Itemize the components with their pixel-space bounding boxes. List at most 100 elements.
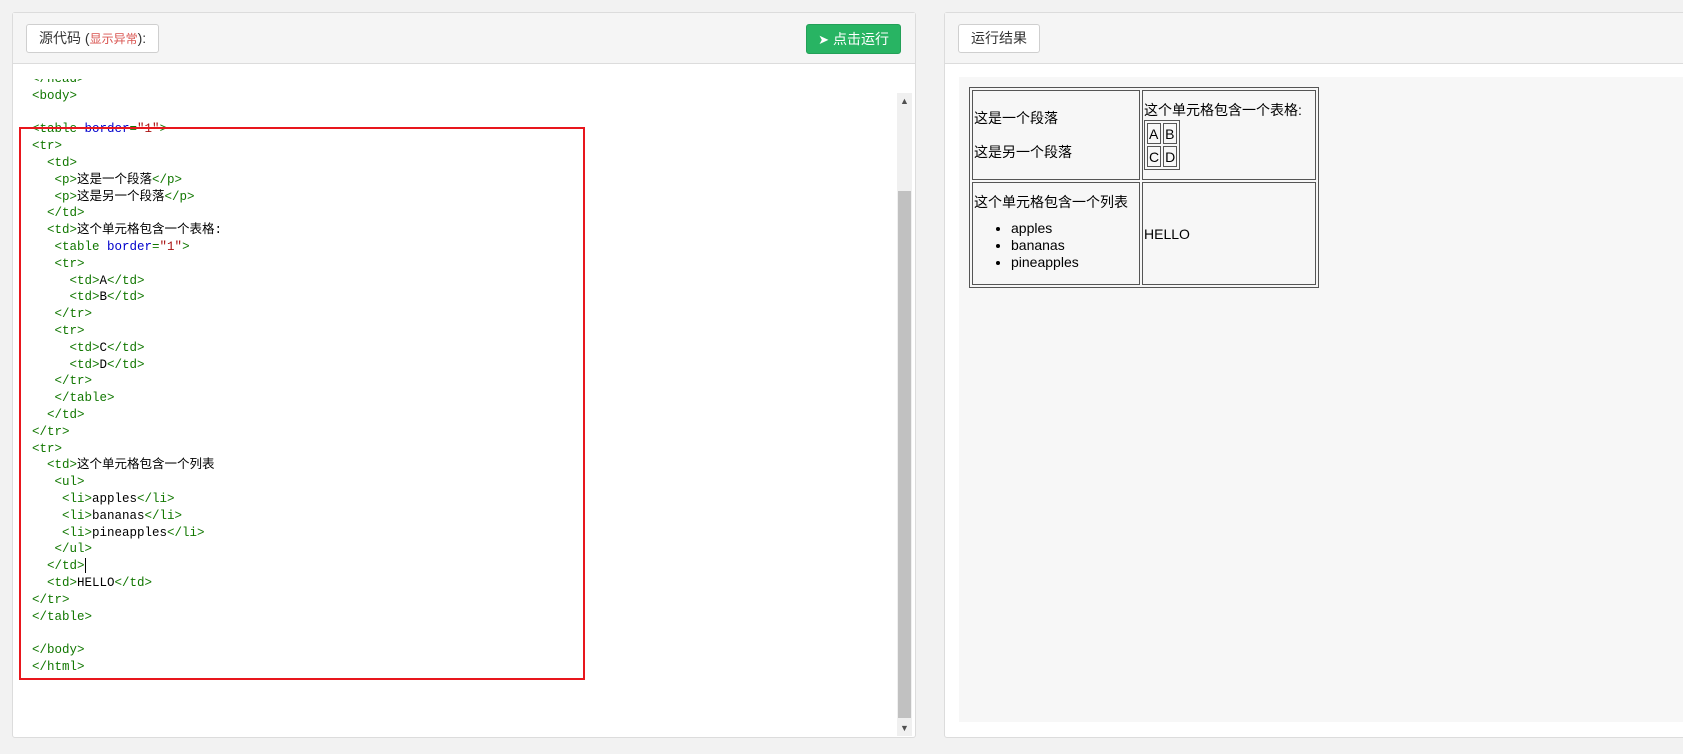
code-line: <td>这个单元格包含一个列表 <box>32 456 215 474</box>
display-issue-link[interactable]: 显示异常 <box>90 32 138 46</box>
code-line: <li>pineapples</li> <box>32 524 205 542</box>
run-button[interactable]: ➤ 点击运行 <box>806 24 901 54</box>
code-line: <td>D</td> <box>32 356 145 374</box>
code-token: apples <box>92 492 138 506</box>
code-token: </li> <box>144 508 183 523</box>
code-line: </ul> <box>32 540 93 558</box>
code-token: </td> <box>107 357 145 372</box>
result-panel: 运行结果 这是一个段落 这是另一个段落 这个单元格包含一个表格: A B C D… <box>944 12 1683 738</box>
code-token: <p> <box>32 172 78 187</box>
code-token: 这是另一个段落 <box>77 189 165 204</box>
code-token: <td> <box>32 290 100 305</box>
list-caption: 这个单元格包含一个列表 <box>974 194 1128 210</box>
code-token: </head> <box>32 79 85 86</box>
code-line: </html> <box>32 658 85 676</box>
code-token: pineapples <box>92 525 168 540</box>
code-line: <table border="1"> <box>32 238 190 256</box>
code-token: </p> <box>152 172 183 187</box>
code-line: <table border="1"> <box>32 120 167 138</box>
fruit-list: apples bananas pineapples <box>974 220 1138 271</box>
source-panel-header: 源代码 (显示异常): ➤ 点击运行 <box>13 13 915 64</box>
code-token: border <box>84 122 130 137</box>
code-token: <tr> <box>32 256 85 271</box>
code-token: > <box>159 122 168 137</box>
code-token: </p> <box>164 189 195 204</box>
code-line: </tr> <box>32 423 70 441</box>
code-line: <tr> <box>32 322 85 340</box>
code-token: </td> <box>107 340 145 355</box>
code-line: <li>bananas</li> <box>32 507 182 525</box>
code-token: <body> <box>32 88 78 103</box>
code-editor[interactable]: </head> <body> <table border="1"> <tr> <td>… <box>13 79 887 739</box>
code-line: </tr> <box>32 372 93 390</box>
table-cell: 这个单元格包含一个列表 apples bananas pineapples <box>972 182 1140 285</box>
source-code-panel: 源代码 (显示异常): ➤ 点击运行 </head> <body> <table bo… <box>12 12 916 738</box>
code-token: <td> <box>32 576 78 590</box>
scroll-up-icon[interactable]: ▲ <box>900 96 909 106</box>
code-token: </ul> <box>32 542 93 557</box>
code-token: <tr> <box>32 324 85 338</box>
code-token: <tr> <box>32 441 63 456</box>
list-item: bananas <box>1011 237 1138 254</box>
inner-table: A B C D <box>1144 120 1181 170</box>
code-line: <li>apples</li> <box>32 490 175 508</box>
inner-cell: B <box>1163 123 1178 144</box>
inner-cell: D <box>1163 146 1178 167</box>
code-line: </tr> <box>32 305 93 323</box>
code-line: </td> <box>32 557 86 575</box>
source-code-button[interactable]: 源代码 (显示异常): <box>26 24 160 53</box>
editor-scrollbar[interactable]: ▲ ▼ <box>897 93 912 736</box>
source-label-suffix: ): <box>137 30 147 46</box>
code-line: </table> <box>32 608 92 626</box>
code-line: <td>C</td> <box>32 339 145 357</box>
code-token: <td> <box>32 357 100 372</box>
paper-plane-icon: ➤ <box>818 32 829 47</box>
code-token: </td> <box>114 576 153 590</box>
code-line: <td> <box>32 154 77 172</box>
code-token: </html> <box>32 660 85 674</box>
code-token: = <box>129 122 138 137</box>
code-token: </tr> <box>32 592 70 607</box>
code-token: </tr> <box>32 307 93 322</box>
scrollbar-thumb[interactable] <box>898 191 911 718</box>
code-token: </td> <box>107 273 145 288</box>
code-line: <p>这是另一个段落</p> <box>32 188 195 206</box>
inner-cell: A <box>1147 123 1162 144</box>
scroll-down-icon[interactable]: ▼ <box>900 723 909 733</box>
code-line: <tr> <box>32 440 62 458</box>
code-token: <p> <box>32 189 78 204</box>
table-row: 这个单元格包含一个列表 apples bananas pineapples HE… <box>972 182 1316 285</box>
code-token: 这个单元格包含一个列表 <box>77 458 215 473</box>
code-token: <td> <box>32 156 78 170</box>
table-cell: HELLO <box>1142 182 1316 285</box>
run-result-button[interactable]: 运行结果 <box>958 24 1040 53</box>
code-token: <table <box>32 122 85 137</box>
table-row: A B <box>1147 123 1178 144</box>
code-token: <td> <box>32 340 100 355</box>
text-cursor <box>84 558 86 574</box>
paragraph: 这是一个段落 <box>974 110 1058 126</box>
code-line: </td> <box>32 406 85 424</box>
code-line: <tr> <box>32 255 85 273</box>
code-token: 这个单元格包含一个表格: <box>77 223 223 238</box>
code-token: </td> <box>32 408 85 422</box>
code-token: </td> <box>32 206 85 221</box>
code-token: A <box>99 273 108 288</box>
code-token: <td> <box>32 223 78 238</box>
code-line: <td>B</td> <box>32 288 145 306</box>
code-token: <td> <box>32 273 100 288</box>
code-token: 这是一个段落 <box>77 172 153 187</box>
code-line: <ul> <box>32 473 85 491</box>
code-line: </table> <box>32 389 115 407</box>
code-token: = <box>152 240 160 254</box>
code-line: </tr> <box>32 591 70 609</box>
code-token: > <box>182 240 190 254</box>
code-line: <td>这个单元格包含一个表格: <box>32 221 222 239</box>
paragraph: 这是另一个段落 <box>974 144 1072 160</box>
code-token: </td> <box>107 290 145 305</box>
code-line: </td> <box>32 204 85 222</box>
code-token: </table> <box>32 391 115 406</box>
code-token: </tr> <box>32 374 93 389</box>
table-row: 这是一个段落 这是另一个段落 这个单元格包含一个表格: A B C D <box>972 90 1316 180</box>
code-token: <li> <box>32 492 93 506</box>
